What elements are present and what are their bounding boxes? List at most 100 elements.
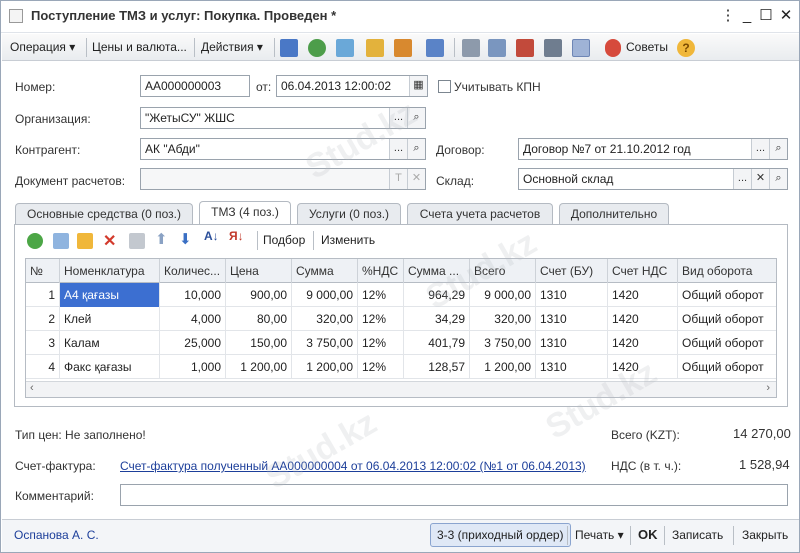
responsible-user[interactable]: Оспанова А. С. xyxy=(14,525,99,547)
help-icon[interactable]: ? xyxy=(677,39,695,57)
refresh-icon[interactable] xyxy=(308,39,326,57)
column-header[interactable]: Количес... xyxy=(160,259,226,283)
copy-icon[interactable] xyxy=(336,39,354,57)
prices-currency-button[interactable]: Цены и валюта... xyxy=(92,40,187,54)
maximize-button[interactable]: ☐ xyxy=(757,7,775,25)
search-icon[interactable]: ⌕ xyxy=(407,108,425,128)
delete-row-icon[interactable]: ✕ xyxy=(103,231,116,251)
settings-toggle-icon[interactable] xyxy=(572,39,590,57)
report-icon[interactable] xyxy=(544,39,562,57)
nomenclature-cell[interactable]: Факс қағазы xyxy=(60,355,160,379)
vat-rate-cell[interactable]: 12% xyxy=(358,331,404,355)
turnover-type-cell[interactable]: Общий оборот xyxy=(678,283,776,307)
total-cell[interactable]: 320,00 xyxy=(470,307,536,331)
minimize-button[interactable]: _ xyxy=(738,7,756,25)
operation-menu-button[interactable]: Операция ▾ xyxy=(10,40,75,54)
tab-inventory[interactable]: ТМЗ (4 поз.) xyxy=(199,201,291,225)
turnover-type-cell[interactable]: Общий оборот xyxy=(678,355,776,379)
go-to-icon[interactable] xyxy=(426,39,444,57)
table-row[interactable]: 3 Калам 25,000 150,00 3 750,00 12% 401,7… xyxy=(26,331,776,355)
vat-account-cell[interactable]: 1420 xyxy=(608,307,678,331)
receipt-order-button[interactable]: 3-3 (приходный ордер) xyxy=(430,523,571,547)
price-cell[interactable]: 1 200,00 xyxy=(226,355,292,379)
price-cell[interactable]: 80,00 xyxy=(226,307,292,331)
tab-settlement-accounts[interactable]: Счета учета расчетов xyxy=(407,203,553,225)
account-cell[interactable]: 1310 xyxy=(536,355,608,379)
sum-cell[interactable]: 1 200,00 xyxy=(292,355,358,379)
turnover-type-cell[interactable]: Общий оборот xyxy=(678,331,776,355)
vat-rate-cell[interactable]: 12% xyxy=(358,355,404,379)
sum-cell[interactable]: 320,00 xyxy=(292,307,358,331)
number-field[interactable]: АА000000003 xyxy=(140,75,250,97)
comment-field[interactable] xyxy=(120,484,788,506)
quantity-cell[interactable]: 10,000 xyxy=(160,283,226,307)
nomenclature-cell[interactable]: Клей xyxy=(60,307,160,331)
search-icon[interactable]: ⌕ xyxy=(407,139,425,159)
total-cell[interactable]: 3 750,00 xyxy=(470,331,536,355)
scroll-right-icon[interactable]: › xyxy=(766,382,770,394)
close-button[interactable]: ✕ xyxy=(777,7,795,25)
settlement-doc-field[interactable]: T ✕ xyxy=(140,168,426,190)
post-document-icon[interactable] xyxy=(366,39,384,57)
vat-sum-cell[interactable]: 401,79 xyxy=(404,331,470,355)
sum-cell[interactable]: 9 000,00 xyxy=(292,283,358,307)
column-header[interactable]: Всего xyxy=(470,259,536,283)
column-header[interactable]: № xyxy=(26,259,60,283)
quantity-cell[interactable]: 4,000 xyxy=(160,307,226,331)
dt-kt-movements-icon[interactable] xyxy=(516,39,534,57)
end-edit-icon[interactable] xyxy=(129,233,145,249)
table-row[interactable]: 4 Факс қағазы 1,000 1 200,00 1 200,00 12… xyxy=(26,355,776,379)
account-cell[interactable]: 1310 xyxy=(536,283,608,307)
post-and-close-icon[interactable] xyxy=(280,39,298,57)
move-up-icon[interactable]: ⬆ xyxy=(155,230,168,248)
ok-button[interactable]: OK xyxy=(638,525,658,547)
pick-button[interactable]: Подбор xyxy=(263,233,305,247)
tab-fixed-assets[interactable]: Основные средства (0 поз.) xyxy=(15,203,193,225)
select-button[interactable]: ... xyxy=(751,139,769,159)
column-header[interactable]: Вид оборота xyxy=(678,259,776,283)
scroll-left-icon[interactable]: ‹ xyxy=(30,382,34,394)
copy-row-icon[interactable] xyxy=(53,233,69,249)
vat-account-cell[interactable]: 1420 xyxy=(608,355,678,379)
add-row-icon[interactable] xyxy=(27,233,43,249)
search-icon[interactable]: ⌕ xyxy=(769,169,787,189)
change-button[interactable]: Изменить xyxy=(321,233,375,247)
table-row[interactable]: 2 Клей 4,000 80,00 320,00 12% 34,29 320,… xyxy=(26,307,776,331)
price-cell[interactable]: 900,00 xyxy=(226,283,292,307)
text-type-icon[interactable]: T xyxy=(389,169,407,189)
price-cell[interactable]: 150,00 xyxy=(226,331,292,355)
edit-row-icon[interactable] xyxy=(77,233,93,249)
calendar-icon[interactable]: ▦ xyxy=(409,76,427,96)
column-header[interactable]: Номенклатура xyxy=(60,259,160,283)
column-header[interactable]: Счет НДС xyxy=(608,259,678,283)
contract-field[interactable]: Договор №7 от 21.10.2012 год ... ⌕ xyxy=(518,138,788,160)
move-down-icon[interactable]: ⬇ xyxy=(179,230,192,248)
invoice-link[interactable]: Счет-фактура полученный АА000000004 от 0… xyxy=(120,459,586,473)
account-cell[interactable]: 1310 xyxy=(536,307,608,331)
vat-sum-cell[interactable]: 964,29 xyxy=(404,283,470,307)
close-form-button[interactable]: Закрыть xyxy=(742,525,788,547)
vat-sum-cell[interactable]: 128,57 xyxy=(404,355,470,379)
vat-rate-cell[interactable]: 12% xyxy=(358,307,404,331)
vat-account-cell[interactable]: 1420 xyxy=(608,283,678,307)
select-button[interactable]: ... xyxy=(389,139,407,159)
date-field[interactable]: 06.04.2013 12:00:02 ▦ xyxy=(276,75,428,97)
save-button[interactable]: Записать xyxy=(672,525,723,547)
turnover-type-cell[interactable]: Общий оборот xyxy=(678,307,776,331)
sort-ascending-icon[interactable]: А↓ xyxy=(204,229,219,243)
horizontal-scrollbar[interactable]: ‹ › xyxy=(26,381,776,397)
clear-icon[interactable]: ✕ xyxy=(751,169,769,189)
quantity-cell[interactable]: 25,000 xyxy=(160,331,226,355)
kpn-checkbox[interactable] xyxy=(438,80,451,93)
clear-icon[interactable]: ✕ xyxy=(407,169,425,189)
search-icon[interactable]: ⌕ xyxy=(769,139,787,159)
select-button[interactable]: ... xyxy=(389,108,407,128)
vat-sum-cell[interactable]: 34,29 xyxy=(404,307,470,331)
organization-field[interactable]: "ЖетыСУ" ЖШС ... ⌕ xyxy=(140,107,426,129)
counterparty-field[interactable]: АК "Абди" ... ⌕ xyxy=(140,138,426,160)
vat-rate-cell[interactable]: 12% xyxy=(358,283,404,307)
table-row[interactable]: 1 А4 қағазы 10,000 900,00 9 000,00 12% 9… xyxy=(26,283,776,307)
quantity-cell[interactable]: 1,000 xyxy=(160,355,226,379)
actions-menu-button[interactable]: Действия ▾ xyxy=(201,40,263,54)
checklist-icon[interactable] xyxy=(488,39,506,57)
